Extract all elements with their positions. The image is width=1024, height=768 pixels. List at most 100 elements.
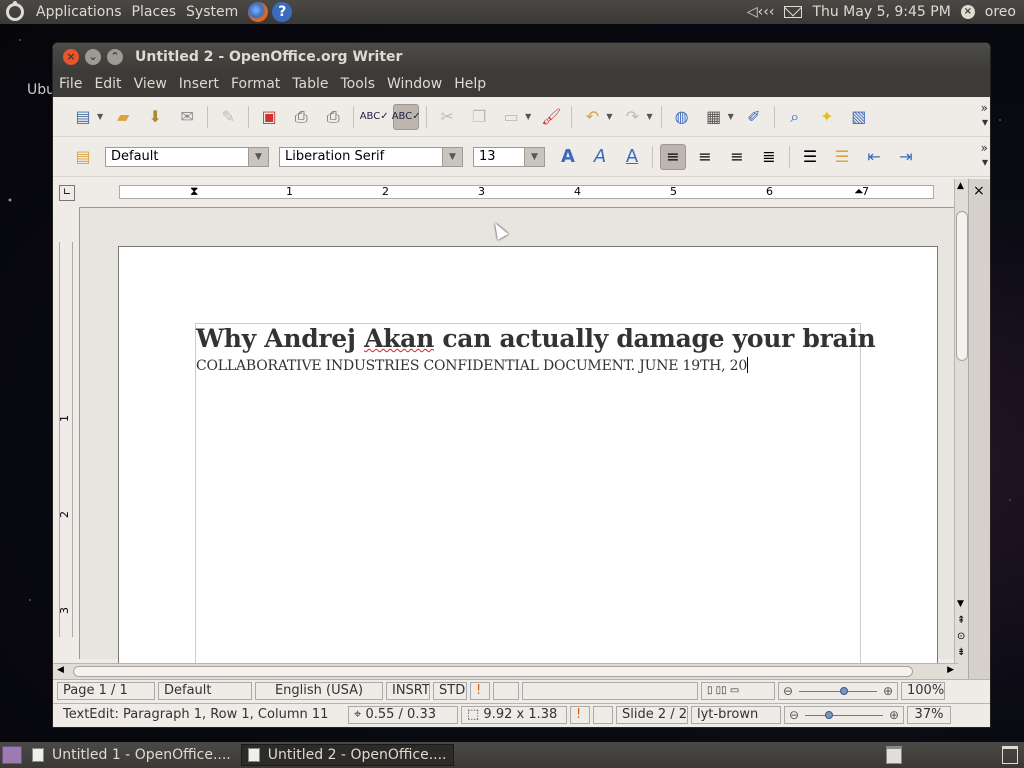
undo-dropdown-arrow[interactable]: ▼ (606, 112, 612, 121)
menu-tools[interactable]: Tools (335, 76, 382, 92)
taskbar-item-untitled-2[interactable]: Untitled 2 - OpenOffice.... (240, 744, 454, 766)
scroll-left-icon[interactable]: ◀ (57, 665, 64, 675)
italic-icon[interactable]: A (587, 144, 613, 170)
toolbar-overflow-icon[interactable]: » ▾ (962, 141, 988, 173)
paste-icon[interactable]: ▭ (498, 104, 524, 130)
scroll-down-icon[interactable]: ▼ (957, 599, 964, 609)
minimize-button[interactable]: ⌄ (85, 49, 101, 65)
zoom-in-icon[interactable]: ⊕ (883, 684, 893, 698)
spellcheck-icon[interactable]: ABC✓ (360, 104, 389, 130)
menu-table[interactable]: Table (286, 76, 334, 92)
left-indent-marker-icon[interactable]: ⧗ (190, 184, 198, 199)
export-pdf-icon[interactable]: ▣ (256, 104, 282, 130)
vertical-ruler[interactable]: 1 2 3 (58, 242, 73, 637)
clock[interactable]: Thu May 5, 9:45 PM (812, 4, 950, 20)
insert-mode-indicator[interactable]: INSRT (386, 681, 430, 700)
selection-mode-indicator[interactable]: STD (433, 681, 467, 700)
bold-icon[interactable]: A (555, 144, 581, 170)
document-modified-icon[interactable]: ! (570, 705, 590, 724)
menu-window[interactable]: Window (381, 76, 448, 92)
signature-indicator[interactable] (593, 705, 613, 724)
chevron-down-icon[interactable]: ▼ (442, 147, 462, 166)
scroll-right-icon[interactable]: ▶ (947, 665, 954, 675)
toolbar-overflow-icon[interactable]: » ▾ (962, 101, 988, 133)
redo-dropdown-arrow[interactable]: ▼ (646, 112, 652, 121)
horizontal-ruler[interactable]: 1 2 3 4 5 6 7 ⧗ ⏶ (119, 184, 934, 199)
navigator-icon[interactable]: ✦ (814, 104, 840, 130)
close-icon[interactable]: × (973, 183, 985, 199)
slide-indicator[interactable]: Slide 2 / 2 (616, 705, 688, 724)
horizontal-scrollbar[interactable]: ◀ ▶ (53, 663, 958, 679)
edit-file-icon[interactable]: ✎ (215, 104, 241, 130)
format-paintbrush-icon[interactable]: 🖌 (538, 104, 564, 130)
text-frame[interactable]: Why Andrej Akan can actually damage your… (195, 323, 876, 673)
table-dropdown-arrow[interactable]: ▼ (728, 112, 734, 121)
paragraph-style-combo[interactable]: Default ▼ (105, 146, 269, 167)
paste-dropdown-arrow[interactable]: ▼ (525, 112, 531, 121)
increase-indent-icon[interactable]: ⇥ (893, 144, 919, 170)
underline-icon[interactable]: A (619, 144, 645, 170)
ubuntu-logo-icon[interactable] (6, 1, 24, 21)
trash-icon[interactable] (1002, 746, 1018, 764)
page-style-indicator[interactable]: Default (158, 681, 252, 700)
user-name[interactable]: oreo (985, 4, 1016, 20)
layout-name-indicator[interactable]: lyt-brown (691, 705, 781, 724)
mail-icon[interactable] (784, 6, 803, 18)
save-icon[interactable]: ⬇ (142, 104, 168, 130)
redo-icon[interactable]: ↷ (619, 104, 645, 130)
horizontal-scroll-thumb[interactable] (73, 666, 913, 677)
chevron-down-icon[interactable]: ▼ (248, 147, 268, 166)
align-center-icon[interactable]: ≡ (692, 144, 718, 170)
show-desktop-icon[interactable] (2, 746, 22, 764)
zoom-slider[interactable]: ⊖ ⊕ (784, 705, 904, 724)
menu-edit[interactable]: Edit (88, 76, 127, 92)
maximize-button[interactable]: ⌃ (107, 49, 123, 65)
zoom-percent[interactable]: 37% (907, 705, 951, 724)
menu-view[interactable]: View (128, 76, 173, 92)
autospellcheck-icon[interactable]: ABC✓ (392, 103, 421, 130)
digital-signature-indicator[interactable] (493, 681, 519, 700)
previous-page-icon[interactable]: ⇞ (957, 615, 965, 626)
find-replace-icon[interactable]: ⌕ (782, 104, 808, 130)
taskbar-item-untitled-1[interactable]: Untitled 1 - OpenOffice.... (26, 744, 237, 766)
document-modified-icon[interactable]: ! (470, 681, 490, 700)
print-preview-icon[interactable]: ⎙ (320, 104, 346, 130)
menu-insert[interactable]: Insert (173, 76, 225, 92)
workspace-switcher-icon[interactable] (886, 746, 902, 764)
user-status-icon[interactable]: × (960, 5, 975, 19)
page-indicator[interactable]: Page 1 / 1 (57, 681, 155, 700)
email-icon[interactable]: ✉ (174, 104, 200, 130)
system-menu[interactable]: System (182, 4, 242, 20)
cut-icon[interactable]: ✂ (434, 104, 460, 130)
window-titlebar[interactable]: × ⌄ ⌃ Untitled 2 - OpenOffice.org Writer (53, 43, 990, 71)
font-name-combo[interactable]: Liberation Serif ▼ (279, 146, 463, 167)
print-icon[interactable]: ⎙ (288, 104, 314, 130)
document-page[interactable]: Why Andrej Akan can actually damage your… (118, 246, 938, 673)
align-left-icon[interactable]: ≡ (660, 143, 686, 170)
view-layout-icon[interactable]: ▯ ▯▯ ▭ (701, 681, 775, 700)
new-document-icon[interactable]: ▤ (70, 104, 96, 130)
volume-icon[interactable]: ◁‹‹‹ (747, 4, 775, 20)
scroll-up-icon[interactable]: ▲ (957, 181, 964, 191)
styles-formatting-icon[interactable]: ▤ (70, 144, 96, 170)
right-indent-marker-icon[interactable]: ⏶ (854, 184, 864, 199)
help-icon[interactable]: ? (272, 2, 293, 22)
chevron-down-icon[interactable]: ▼ (524, 147, 544, 166)
tab-stop-icon[interactable]: ∟ (59, 185, 75, 201)
zoom-out-icon[interactable]: ⊖ (789, 708, 799, 722)
document-subtitle[interactable]: COLLABORATIVE INDUSTRIES CONFIDENTIAL DO… (196, 357, 749, 374)
zoom-slider-knob[interactable] (839, 686, 848, 695)
gallery-icon[interactable]: ▧ (846, 104, 872, 130)
places-menu[interactable]: Places (128, 4, 181, 20)
show-draw-functions-icon[interactable]: ✐ (741, 104, 767, 130)
zoom-slider[interactable]: ⊖ ⊕ (778, 681, 898, 700)
menu-format[interactable]: Format (225, 76, 286, 92)
align-right-icon[interactable]: ≡ (724, 144, 750, 170)
justify-icon[interactable]: ≣ (756, 144, 782, 170)
open-folder-icon[interactable]: ▰ (110, 104, 136, 130)
language-indicator[interactable]: English (USA) (255, 681, 383, 700)
decrease-indent-icon[interactable]: ⇤ (861, 144, 887, 170)
hyperlink-icon[interactable]: ◍ (669, 104, 695, 130)
menu-file[interactable]: File (53, 76, 88, 92)
vertical-scrollbar[interactable]: ▲ ▼ ⇞ ⊙ ⇟ (954, 179, 968, 679)
